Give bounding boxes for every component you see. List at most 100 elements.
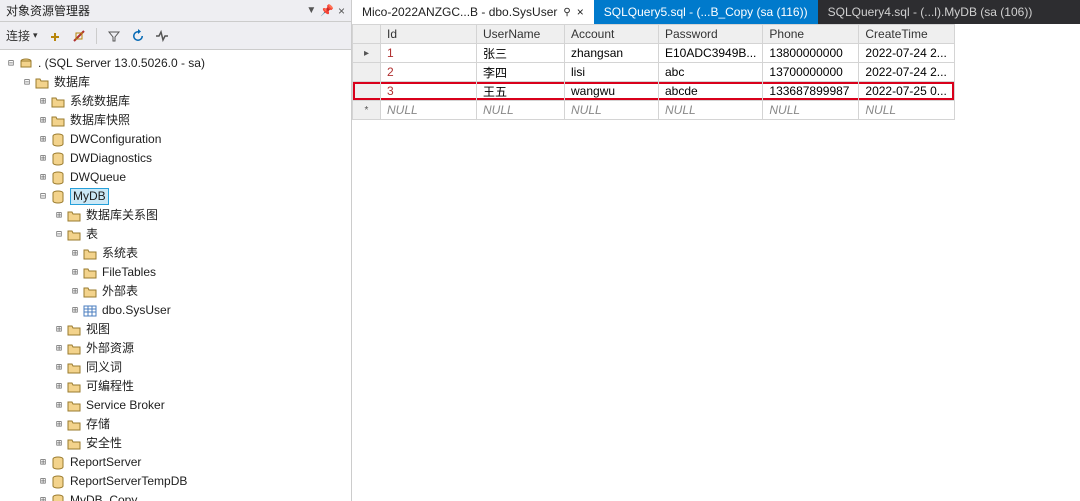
databases-node[interactable]: ⊟ 数据库	[2, 73, 349, 92]
data-grid[interactable]: IdUserNameAccountPasswordPhoneCreateTime…	[352, 24, 1080, 501]
tree-item[interactable]: ⊞视图	[2, 320, 349, 339]
collapse-icon[interactable]: ⊟	[4, 54, 18, 73]
tree-item[interactable]: ⊞FileTables	[2, 263, 349, 282]
cell[interactable]: abc	[659, 63, 763, 82]
cell[interactable]: lisi	[565, 63, 659, 82]
cell[interactable]: wangwu	[565, 82, 659, 101]
mydb-node[interactable]: ⊟ MyDB	[2, 187, 349, 206]
cell[interactable]: 1	[381, 44, 477, 63]
tree-item[interactable]: ⊞数据库快照	[2, 111, 349, 130]
expand-icon[interactable]: ⊞	[36, 472, 50, 491]
toolbar-refresh-icon[interactable]	[131, 29, 145, 43]
pin-icon[interactable]: ⚲	[563, 7, 570, 18]
toolbar-filter-icon[interactable]	[107, 29, 121, 43]
cell[interactable]: E10ADC3949B...	[659, 44, 763, 63]
expand-icon[interactable]: ⊞	[52, 339, 66, 358]
cell[interactable]: 2022-07-24 2...	[859, 63, 955, 82]
expand-icon[interactable]: ⊞	[68, 282, 82, 301]
expand-icon[interactable]: ⊞	[36, 92, 50, 111]
db-icon	[50, 151, 66, 167]
tree-item[interactable]: ⊞同义词	[2, 358, 349, 377]
cell[interactable]: zhangsan	[565, 44, 659, 63]
cell[interactable]: 2022-07-25 0...	[859, 82, 955, 101]
expand-icon[interactable]: ⊞	[36, 111, 50, 130]
cell[interactable]: 13700000000	[763, 63, 859, 82]
tab-label: SQLQuery5.sql - (...B_Copy (sa (116))	[604, 5, 808, 19]
tree-item[interactable]: ⊞DWDiagnostics	[2, 149, 349, 168]
tree-item[interactable]: ⊞存储	[2, 415, 349, 434]
expand-icon[interactable]: ⊞	[36, 168, 50, 187]
tree-item[interactable]: ⊞数据库关系图	[2, 206, 349, 225]
cell[interactable]: 3	[381, 82, 477, 101]
expand-icon[interactable]: ⊞	[36, 453, 50, 472]
expand-icon[interactable]: ⊞	[68, 244, 82, 263]
cell[interactable]: 李四	[477, 63, 565, 82]
table-row[interactable]: ▸1张三zhangsanE10ADC3949B...13800000000202…	[353, 44, 955, 63]
tree-item[interactable]: ⊞外部资源	[2, 339, 349, 358]
tree-item[interactable]: ⊞dbo.SysUser	[2, 301, 349, 320]
document-tab[interactable]: SQLQuery4.sql - (...l).MyDB (sa (106))	[818, 0, 1043, 24]
column-header[interactable]: Password	[659, 25, 763, 44]
tree-item[interactable]: ⊞系统表	[2, 244, 349, 263]
dropdown-icon[interactable]: ▼	[306, 0, 316, 22]
close-icon[interactable]: ×	[338, 0, 345, 22]
tree-item[interactable]: ⊞DWConfiguration	[2, 130, 349, 149]
expand-icon[interactable]: ⊞	[36, 149, 50, 168]
column-header[interactable]: UserName	[477, 25, 565, 44]
column-header[interactable]: CreateTime	[859, 25, 955, 44]
object-explorer-tree[interactable]: ⊟ . (SQL Server 13.0.5026.0 - sa) ⊟ 数据库 …	[0, 50, 351, 501]
tree-item[interactable]: ⊞ReportServer	[2, 453, 349, 472]
cell[interactable]: 2	[381, 63, 477, 82]
tree-item[interactable]: ⊞DWQueue	[2, 168, 349, 187]
tree-item[interactable]: ⊞系统数据库	[2, 92, 349, 111]
toolbar-plug-icon[interactable]	[48, 29, 62, 43]
tree-item[interactable]: ⊞MyDB_Copy	[2, 491, 349, 501]
column-header[interactable]: Id	[381, 25, 477, 44]
collapse-icon[interactable]: ⊟	[36, 187, 50, 206]
document-tab[interactable]: SQLQuery5.sql - (...B_Copy (sa (116))	[594, 0, 818, 24]
cell[interactable]: 王五	[477, 82, 565, 101]
pin-icon[interactable]: 📌	[320, 0, 334, 22]
cell[interactable]: 张三	[477, 44, 565, 63]
expand-icon[interactable]: ⊞	[52, 434, 66, 453]
cell[interactable]: NULL	[763, 101, 859, 120]
cell[interactable]: NULL	[477, 101, 565, 120]
expand-icon[interactable]: ⊞	[52, 415, 66, 434]
table-row[interactable]: 3王五wangwuabcde1336878999872022-07-25 0..…	[353, 82, 955, 101]
close-icon[interactable]: ×	[577, 5, 584, 19]
connect-button[interactable]: 连接 ▾	[6, 27, 38, 44]
cell[interactable]: NULL	[565, 101, 659, 120]
cell[interactable]: NULL	[659, 101, 763, 120]
cell[interactable]: NULL	[859, 101, 955, 120]
tree-item[interactable]: ⊞外部表	[2, 282, 349, 301]
tree-item[interactable]: ⊞可编程性	[2, 377, 349, 396]
column-header[interactable]: Phone	[763, 25, 859, 44]
toolbar-disconnect-icon[interactable]	[72, 29, 86, 43]
expand-icon[interactable]: ⊞	[52, 377, 66, 396]
expand-icon[interactable]: ⊞	[52, 206, 66, 225]
table-row[interactable]: 2李四lisiabc137000000002022-07-24 2...	[353, 63, 955, 82]
expand-icon[interactable]: ⊞	[68, 263, 82, 282]
collapse-icon[interactable]: ⊟	[52, 225, 66, 244]
cell[interactable]: 133687899987	[763, 82, 859, 101]
expand-icon[interactable]: ⊞	[68, 301, 82, 320]
cell[interactable]: abcde	[659, 82, 763, 101]
expand-icon[interactable]: ⊞	[52, 396, 66, 415]
cell[interactable]: 2022-07-24 2...	[859, 44, 955, 63]
tree-item[interactable]: ⊞安全性	[2, 434, 349, 453]
expand-icon[interactable]: ⊞	[52, 358, 66, 377]
tree-item[interactable]: ⊞ReportServerTempDB	[2, 472, 349, 491]
collapse-icon[interactable]: ⊟	[20, 73, 34, 92]
cell[interactable]: 13800000000	[763, 44, 859, 63]
server-node[interactable]: ⊟ . (SQL Server 13.0.5026.0 - sa)	[2, 54, 349, 73]
document-tab[interactable]: Mico-2022ANZGC...B - dbo.SysUser⚲×	[352, 0, 594, 24]
cell[interactable]: NULL	[381, 101, 477, 120]
expand-icon[interactable]: ⊞	[36, 491, 50, 501]
toolbar-activity-icon[interactable]	[155, 29, 169, 43]
table-row[interactable]: *NULLNULLNULLNULLNULLNULL	[353, 101, 955, 120]
column-header[interactable]: Account	[565, 25, 659, 44]
tables-node[interactable]: ⊟ 表	[2, 225, 349, 244]
tree-item[interactable]: ⊞Service Broker	[2, 396, 349, 415]
expand-icon[interactable]: ⊞	[36, 130, 50, 149]
expand-icon[interactable]: ⊞	[52, 320, 66, 339]
